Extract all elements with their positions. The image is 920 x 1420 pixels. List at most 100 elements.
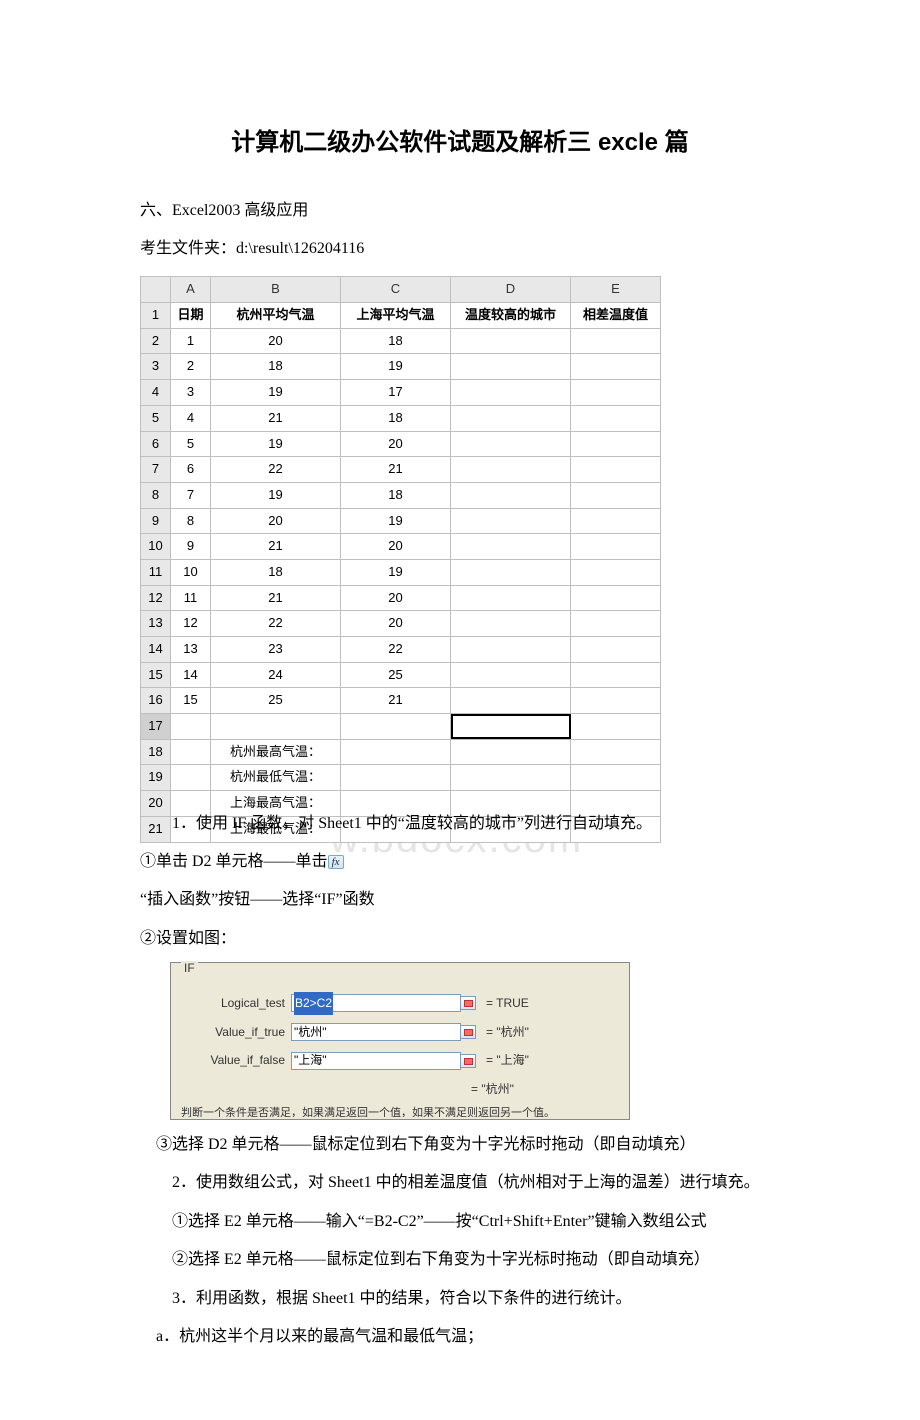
cell: 19 [211,380,341,406]
q1-step2: ②设置如图： [140,924,780,954]
table-row: 4 3 19 17 [141,380,661,406]
cell: 19 [211,431,341,457]
cell: 20 [341,534,451,560]
cell: 9 [171,534,211,560]
cell: 25 [341,662,451,688]
table-row: 9 8 20 19 [141,508,661,534]
cell: 20 [211,328,341,354]
cell [571,765,661,791]
folder-line: 考生文件夹：d:\result\126204116 [140,234,780,264]
cell: 18 [211,354,341,380]
cell: 17 [341,380,451,406]
cell: 23 [211,637,341,663]
range-picker-icon[interactable] [460,1025,476,1039]
value-if-true-label: Value_if_true [181,1021,291,1044]
page-title: 计算机二级办公软件试题及解析三 excle 篇 [140,120,780,166]
dialog-description: 判断一个条件是否满足，如果满足返回一个值，如果不满足则返回另一个值。 [181,1103,619,1117]
row-header: 17 [141,714,171,740]
cell: 18 [341,328,451,354]
dialog-row-false: Value_if_false "上海" = "上海" [181,1049,619,1072]
cell: 4 [171,405,211,431]
table-row: 2 1 20 18 [141,328,661,354]
cell [571,662,661,688]
cell [571,431,661,457]
cell [571,328,661,354]
table-row: 10 9 21 20 [141,534,661,560]
row-header: 11 [141,559,171,585]
cell: 杭州最低气温： [211,765,341,791]
cell: 8 [171,508,211,534]
selected-cell [451,714,571,740]
cell: 2 [171,354,211,380]
cell: 21 [341,688,451,714]
table-row: 16 15 25 21 [141,688,661,714]
cell: 20 [211,508,341,534]
cell: 杭州平均气温 [211,303,341,329]
cell [451,637,571,663]
row-header: 10 [141,534,171,560]
range-picker-icon[interactable] [460,996,476,1010]
q2-step2: ②选择 E2 单元格——鼠标定位到右下角变为十字光标时拖动（即自动填充） [140,1245,780,1275]
cell [341,714,451,740]
cell [451,739,571,765]
cell [571,354,661,380]
table-row: 7 6 22 21 [141,457,661,483]
cell: 杭州最高气温： [211,739,341,765]
cell: 5 [171,431,211,457]
q1-step1-post: “插入函数”按钮——选择“IF”函数 [140,885,780,915]
value-if-true-input[interactable]: "杭州" [291,1023,461,1041]
col-header-E: E [571,277,661,303]
corner-cell [141,277,171,303]
dialog-row-logical: Logical_test B2>C2 = TRUE [181,992,619,1015]
cell: 19 [341,559,451,585]
cell [451,508,571,534]
cell [571,559,661,585]
row-header: 7 [141,457,171,483]
value-if-true-eval: = "杭州" [486,1021,529,1044]
cell [451,611,571,637]
cell: 14 [171,662,211,688]
row-header: 18 [141,739,171,765]
cell [171,765,211,791]
row-header: 8 [141,482,171,508]
cell [571,380,661,406]
cell [571,688,661,714]
cell [571,714,661,740]
question-1: 1．使用 IF 函数，对 Sheet1 中的“温度较高的城市”列进行自动填充。 [140,809,780,839]
row-header: 9 [141,508,171,534]
row-header: 5 [141,405,171,431]
cell: 19 [341,354,451,380]
cell [571,482,661,508]
dialog-row-true: Value_if_true "杭州" = "杭州" [181,1021,619,1044]
col-header-A: A [171,277,211,303]
cell [451,457,571,483]
cell [451,354,571,380]
cell [571,611,661,637]
cell: 11 [171,585,211,611]
col-header-C: C [341,277,451,303]
cell [451,585,571,611]
cell [451,662,571,688]
cell: 3 [171,380,211,406]
row-header: 1 [141,303,171,329]
q1-step1: ①单击 D2 单元格——单击fx [140,847,780,877]
cell: 相差温度值 [571,303,661,329]
value-if-false-label: Value_if_false [181,1049,291,1072]
cell: 22 [341,637,451,663]
table-row: 5 4 21 18 [141,405,661,431]
row-header: 4 [141,380,171,406]
value-if-false-input[interactable]: "上海" [291,1052,461,1070]
cell [451,688,571,714]
dialog-group-label: IF [181,961,198,975]
table-row: 1 日期 杭州平均气温 上海平均气温 温度较高的城市 相差温度值 [141,303,661,329]
table-row: 13 12 22 20 [141,611,661,637]
cell: 18 [341,482,451,508]
q1-step1-pre: ①单击 D2 单元格——单击 [140,853,328,870]
cell: 21 [211,585,341,611]
cell: 22 [211,457,341,483]
range-picker-icon[interactable] [460,1054,476,1068]
table-row: 15 14 24 25 [141,662,661,688]
cell: 13 [171,637,211,663]
logical-test-input[interactable]: B2>C2 [291,994,461,1012]
cell: 18 [341,405,451,431]
